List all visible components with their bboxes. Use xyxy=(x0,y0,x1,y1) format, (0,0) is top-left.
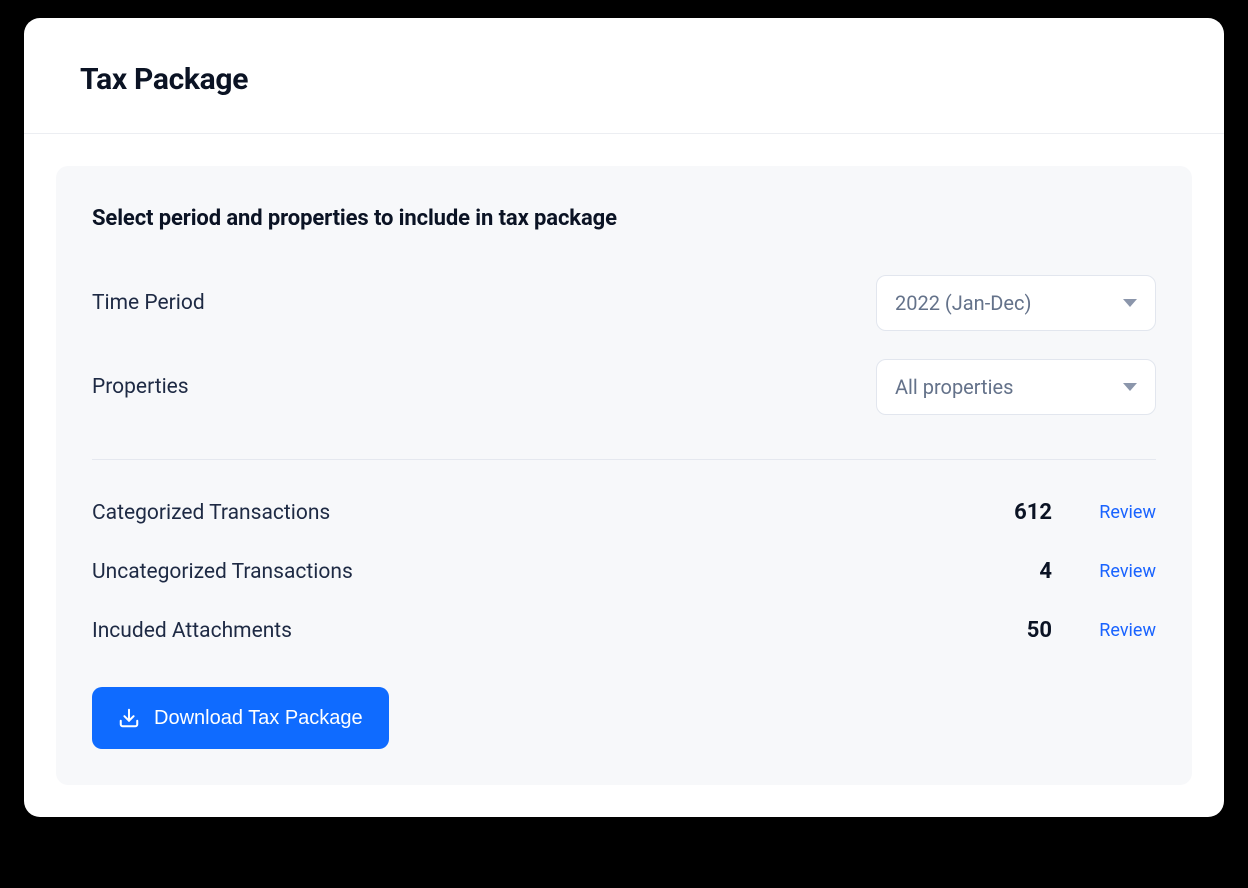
categorized-review-link[interactable]: Review xyxy=(1084,502,1156,523)
attachments-label: Incuded Attachments xyxy=(92,619,972,643)
filter-row-time-period: Time Period 2022 (Jan-Dec) xyxy=(92,275,1156,331)
page-title: Tax Package xyxy=(80,62,1168,97)
divider xyxy=(92,459,1156,460)
panel-subtitle: Select period and properties to include … xyxy=(92,206,1156,231)
attachments-review-link[interactable]: Review xyxy=(1084,620,1156,641)
chevron-down-icon xyxy=(1123,299,1137,307)
filters: Time Period 2022 (Jan-Dec) Properties Al… xyxy=(92,275,1156,415)
chevron-down-icon xyxy=(1123,383,1137,391)
app-card: Tax Package Select period and properties… xyxy=(24,18,1224,817)
properties-label: Properties xyxy=(92,375,189,399)
time-period-select[interactable]: 2022 (Jan-Dec) xyxy=(876,275,1156,331)
download-button-label: Download Tax Package xyxy=(154,707,363,730)
uncategorized-review-link[interactable]: Review xyxy=(1084,561,1156,582)
uncategorized-value: 4 xyxy=(996,559,1052,584)
panel-wrap: Select period and properties to include … xyxy=(24,134,1224,817)
categorized-label: Categorized Transactions xyxy=(92,501,972,525)
time-period-label: Time Period xyxy=(92,291,205,315)
stats: Categorized Transactions 612 Review Unca… xyxy=(92,500,1156,643)
properties-select[interactable]: All properties xyxy=(876,359,1156,415)
actions: Download Tax Package xyxy=(92,687,1156,749)
properties-value: All properties xyxy=(895,375,1013,399)
filter-row-properties: Properties All properties xyxy=(92,359,1156,415)
uncategorized-label: Uncategorized Transactions xyxy=(92,560,972,584)
card-header: Tax Package xyxy=(24,18,1224,134)
panel: Select period and properties to include … xyxy=(56,166,1192,785)
categorized-value: 612 xyxy=(996,500,1052,525)
stat-row-uncategorized: Uncategorized Transactions 4 Review xyxy=(92,559,1156,584)
attachments-value: 50 xyxy=(996,618,1052,643)
stat-row-attachments: Incuded Attachments 50 Review xyxy=(92,618,1156,643)
stat-row-categorized: Categorized Transactions 612 Review xyxy=(92,500,1156,525)
download-tax-package-button[interactable]: Download Tax Package xyxy=(92,687,389,749)
time-period-value: 2022 (Jan-Dec) xyxy=(895,291,1031,315)
download-icon xyxy=(118,707,140,729)
